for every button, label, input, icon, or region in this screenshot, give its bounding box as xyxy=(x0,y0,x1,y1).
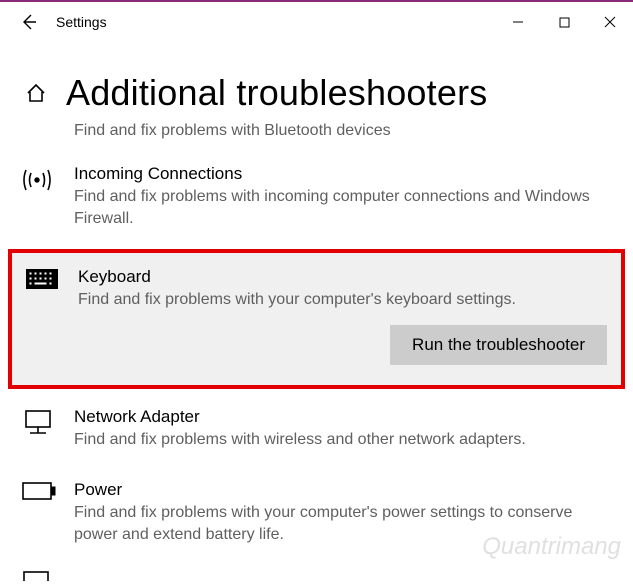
keyboard-icon xyxy=(26,269,58,289)
minimize-button[interactable] xyxy=(495,2,541,42)
truncated-item-desc: Find and fix problems with Bluetooth dev… xyxy=(0,122,633,150)
page-title: Additional troubleshooters xyxy=(66,72,487,114)
network-adapter-icon xyxy=(22,409,54,437)
item-desc: Find and fix problems with your computer… xyxy=(74,502,611,547)
troubleshooter-item-power[interactable]: Power Find and fix problems with your co… xyxy=(0,466,633,561)
item-label: Power xyxy=(74,480,611,500)
home-icon[interactable] xyxy=(22,82,50,104)
title-bar: Settings xyxy=(0,2,633,42)
truncated-item xyxy=(0,560,633,586)
window-controls xyxy=(495,2,633,42)
item-label: Keyboard xyxy=(78,267,607,287)
item-desc: Find and fix problems with your computer… xyxy=(78,289,607,311)
signal-icon xyxy=(22,166,52,194)
item-label: Incoming Connections xyxy=(74,164,611,184)
item-label: Network Adapter xyxy=(74,407,611,427)
close-button[interactable] xyxy=(587,2,633,42)
battery-icon xyxy=(22,482,56,500)
run-troubleshooter-button[interactable]: Run the troubleshooter xyxy=(390,325,607,365)
window-title: Settings xyxy=(50,14,107,30)
arrow-left-icon xyxy=(19,13,37,31)
maximize-button[interactable] xyxy=(541,2,587,42)
highlight-box: Keyboard Find and fix problems with your… xyxy=(8,249,625,389)
troubleshooter-item-network[interactable]: Network Adapter Find and fix problems wi… xyxy=(0,393,633,465)
item-desc: Find and fix problems with incoming comp… xyxy=(74,186,611,231)
troubleshooter-item-keyboard[interactable]: Keyboard Find and fix problems with your… xyxy=(12,253,621,385)
partial-icon xyxy=(22,571,50,581)
item-desc: Find and fix problems with wireless and … xyxy=(74,429,611,451)
page-header: Additional troubleshooters xyxy=(0,42,633,122)
back-button[interactable] xyxy=(6,2,50,42)
troubleshooter-item-incoming[interactable]: Incoming Connections Find and fix proble… xyxy=(0,150,633,245)
